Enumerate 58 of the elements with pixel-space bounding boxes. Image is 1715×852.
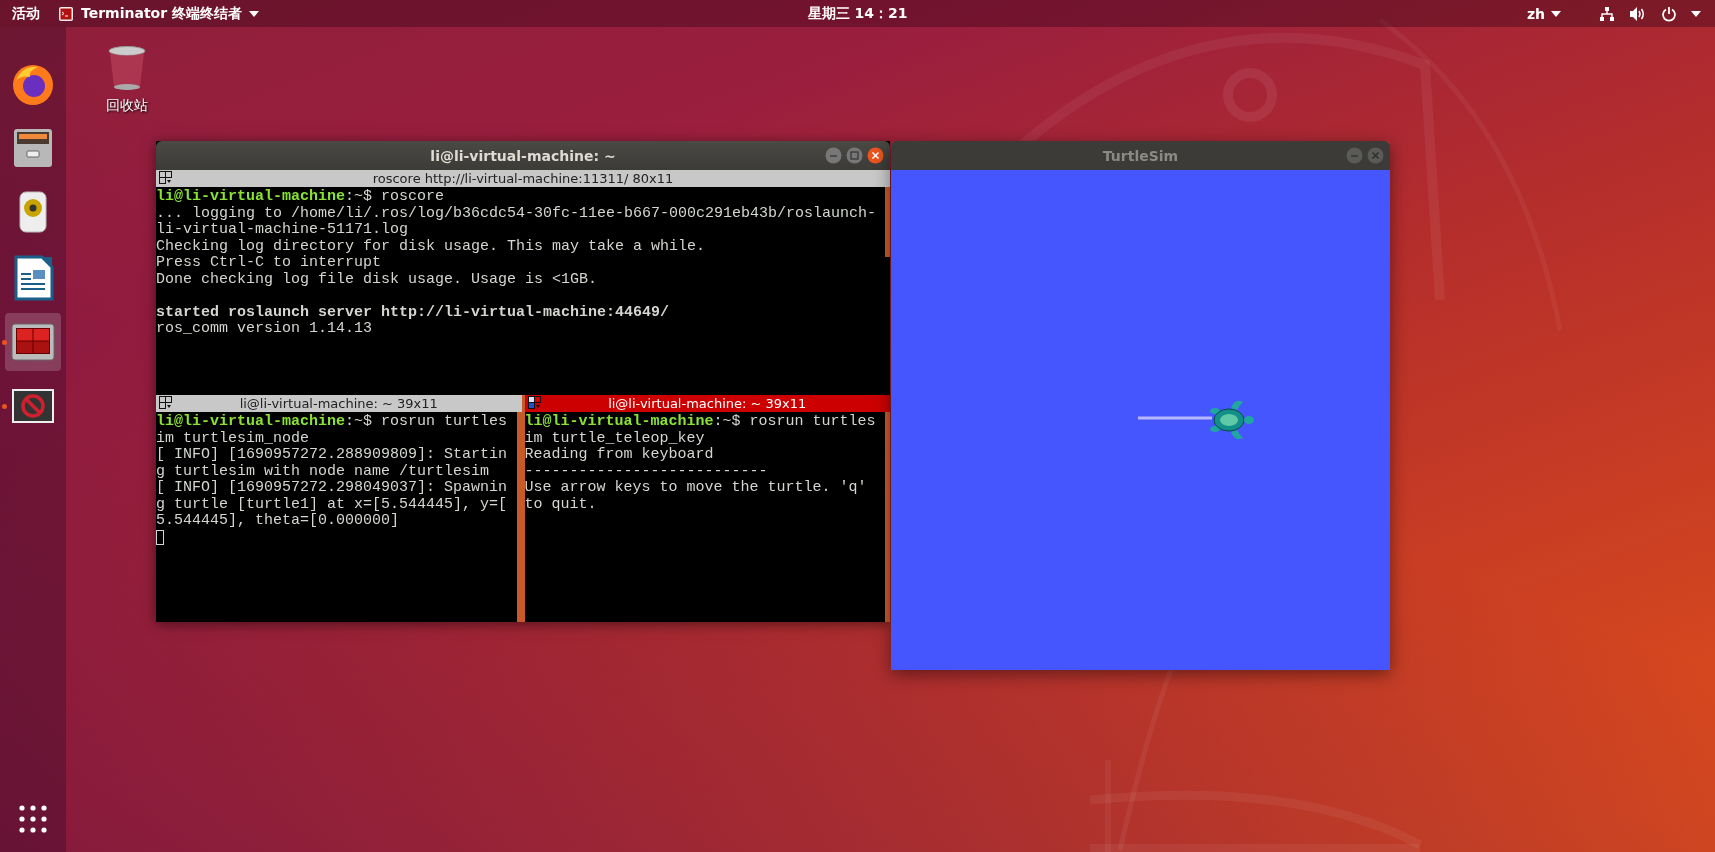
scrollbar-thumb[interactable] — [516, 412, 522, 622]
prompt-line: li@li-virtual-machine:~$ rosrun turtles — [156, 414, 509, 431]
text-cursor — [156, 529, 164, 545]
window-title: TurtleSim — [1102, 147, 1179, 164]
output-line: Reading from keyboard — [524, 447, 715, 464]
network-icon[interactable] — [1599, 5, 1615, 22]
caret-icon — [1551, 10, 1561, 17]
prompt-line: li@li-virtual-machine:~$ rosrun turtles — [524, 414, 877, 431]
output-line: g turtle [turtle1] at x=[5.544445], y=[ — [156, 496, 509, 513]
output-line: to quit. — [524, 496, 598, 513]
app-menu[interactable]: Terminator 终端终结者 — [58, 4, 259, 23]
app-grid-icon[interactable] — [19, 805, 47, 833]
pane-title-bar[interactable]: li@li-virtual-machine: ~ 39x11 — [156, 395, 522, 412]
scrollbar-thumb[interactable] — [885, 187, 890, 257]
trash-icon — [107, 45, 147, 91]
output-line: Done checking log file disk usage. Usage is <1GB. — [156, 271, 599, 288]
output-line: 5.544445], theta=[0.000000] — [156, 513, 401, 530]
turtle-drawing — [1209, 398, 1255, 442]
scrollbar-thumb[interactable] — [885, 412, 890, 622]
output-line: g turtlesim with node name /turtlesim — [156, 463, 491, 480]
output-line: im turtlesim_node — [156, 430, 311, 447]
volume-icon[interactable] — [1629, 5, 1647, 22]
layout-grid-icon[interactable] — [159, 396, 173, 410]
output-line: li-virtual-machine-51171.log — [156, 222, 410, 239]
output-line: ros_comm version 1.14.13 — [156, 321, 374, 338]
prohibited-icon — [12, 389, 54, 423]
output-line: ... logging to /home/li/.ros/log/b36cdc54-30fc-11ee-b667-000c291eb43b/roslaunch- — [156, 205, 878, 222]
minimize-button[interactable] — [825, 147, 842, 164]
output-line: [ INFO] [1690957272.298049037]: Spawnin — [156, 480, 509, 497]
pane-title: roscore http://li-virtual-machine:11311/ 80x11 — [372, 171, 674, 186]
output-line: started roslaunch server http://li-virtual-machine:44649/ — [156, 304, 671, 321]
window-title: li@li-virtual-machine: ~ — [430, 147, 616, 164]
layout-grid-icon[interactable] — [159, 171, 173, 185]
activities-button[interactable]: 活动 — [12, 4, 40, 23]
layout-grid-icon[interactable] — [527, 396, 542, 410]
pane-title-bar[interactable]: roscore http://li-virtual-machine:11311/ 80x11 — [156, 170, 890, 187]
dock-item[interactable] — [5, 313, 61, 371]
terminal-pane[interactable]: li@li-virtual-machine:~$ rosrun turtles im turtle_teleop_key Reading from keyboard --------------------------- Use arrow keys to move the turtle. 'q' to quit. — [524, 412, 890, 622]
pane-title: li@li-virtual-machine: ~ 39x11 — [239, 396, 438, 411]
pane-title-bar[interactable]: li@li-virtual-machine: ~ 39x11 — [524, 395, 890, 412]
desktop-icon[interactable]: 回收站 — [106, 45, 148, 115]
terminal-pane[interactable] — [156, 412, 522, 622]
input-method-menu[interactable]: zh — [1526, 5, 1561, 22]
prompt-line: li@li-virtual-machine:~$ roscore — [156, 189, 446, 206]
output-line: --------------------------- — [524, 463, 769, 480]
terminal-icon — [58, 5, 74, 22]
caret-icon — [249, 10, 259, 17]
close-button[interactable] — [867, 147, 884, 164]
output-line: Press Ctrl-C to interrupt — [156, 255, 383, 272]
terminal-pane[interactable] — [156, 187, 890, 395]
output-line: im turtle_teleop_key — [524, 430, 706, 447]
caret-icon[interactable] — [1691, 10, 1701, 17]
power-icon[interactable] — [1661, 5, 1677, 22]
output-line: Checking log directory for disk usage. This may take a while. — [156, 238, 707, 255]
clock[interactable]: 星期三 14：21 — [807, 4, 908, 23]
output-line: Use arrow keys to move the turtle. 'q' — [524, 480, 868, 497]
pane-title: li@li-virtual-machine: ~ 39x11 — [608, 396, 807, 411]
output-line: [ INFO] [1690957272.288909809]: Startin — [156, 447, 509, 464]
